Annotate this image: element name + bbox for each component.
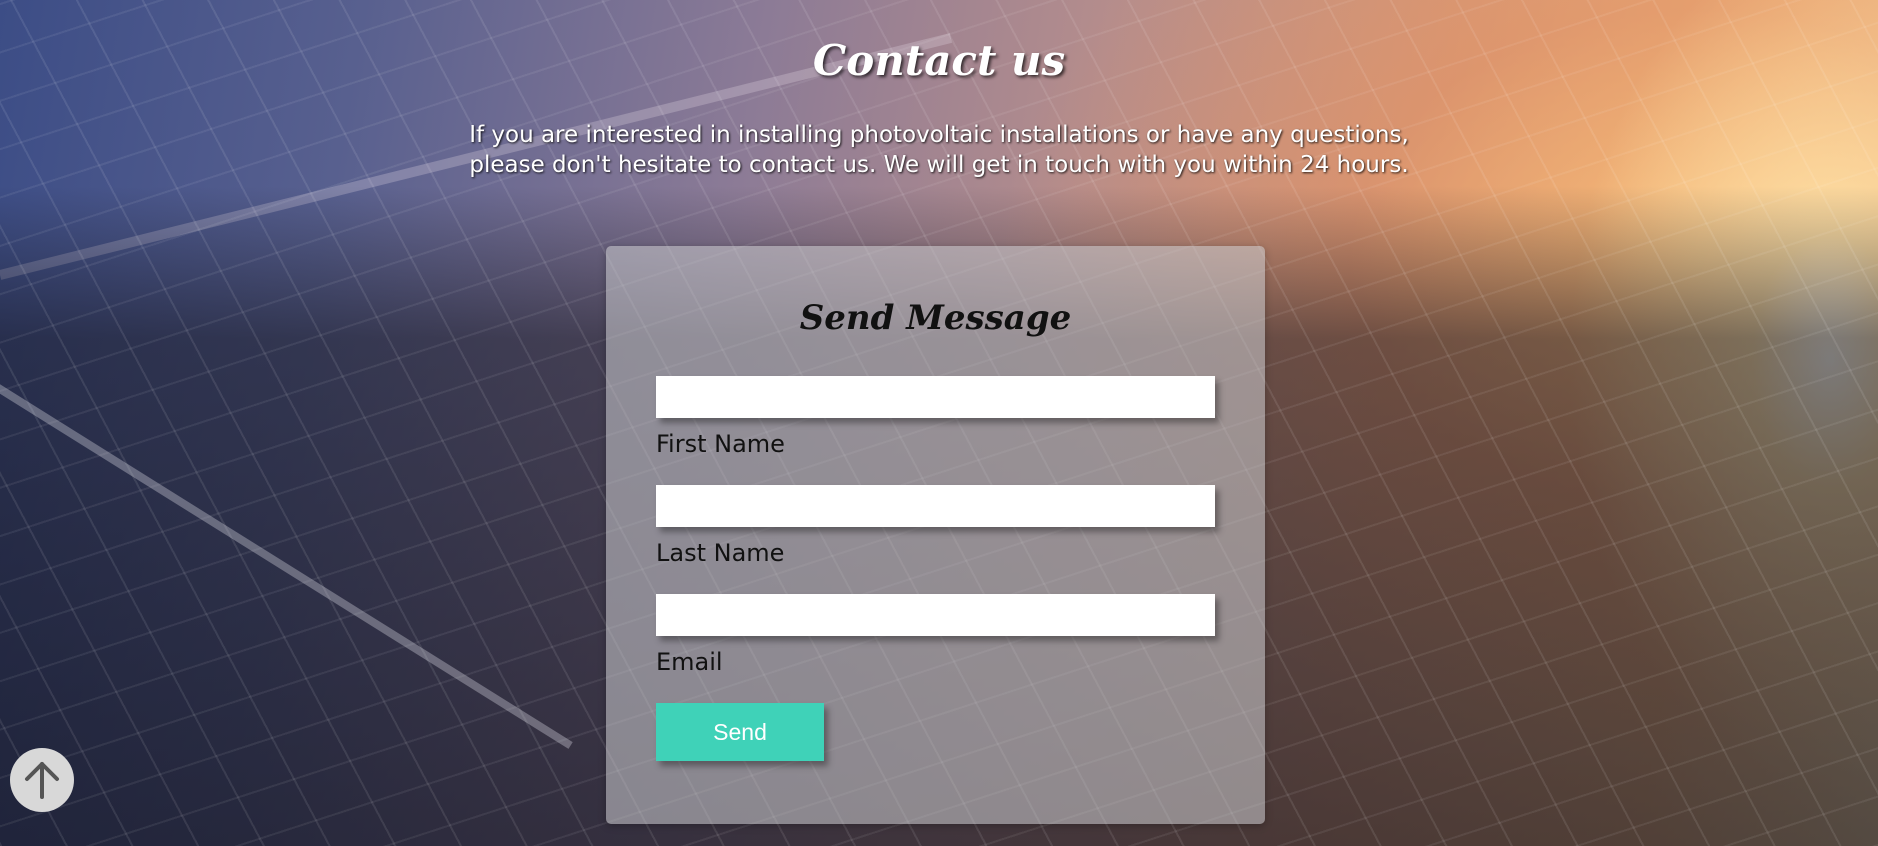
form-title: Send Message <box>799 298 1072 338</box>
send-button[interactable]: Send <box>656 703 824 761</box>
page-title: Contact us <box>812 36 1066 85</box>
intro-text: If you are interested in installing phot… <box>469 122 1409 178</box>
email-label: Email <box>656 648 723 676</box>
first-name-input[interactable] <box>656 376 1215 418</box>
last-name-input[interactable] <box>656 485 1215 527</box>
email-input[interactable] <box>656 594 1215 636</box>
contact-form: Send Message First Name Last Name Email … <box>606 246 1265 824</box>
last-name-label: Last Name <box>656 539 785 567</box>
scroll-to-top-button[interactable] <box>10 748 74 812</box>
arrow-up-icon <box>25 762 59 799</box>
first-name-label: First Name <box>656 430 785 458</box>
